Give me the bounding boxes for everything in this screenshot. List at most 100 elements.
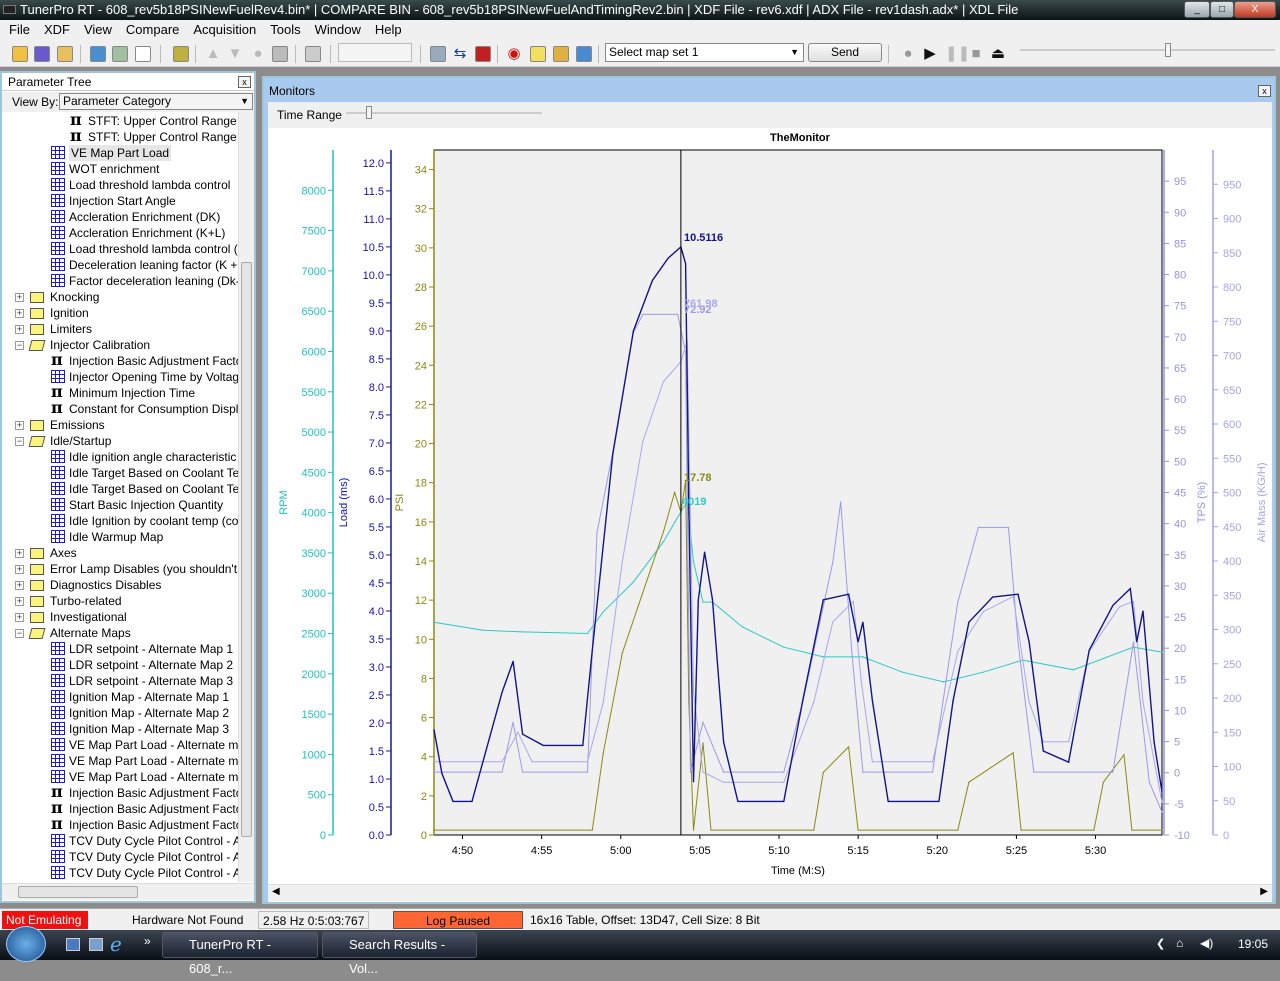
rate-status: 2.58 Hz 0:5:03:767 [258,911,370,929]
psi-data-point [662,531,665,533]
rpm-data-point [433,621,435,623]
load-cursor-value: 10.5116 [684,232,723,244]
psi-data-point [1123,754,1125,756]
load-tick-label: 6.5 [369,466,384,478]
rpm-tick-label: 4000 [302,508,326,520]
air-data-point [1132,600,1135,603]
tps-tick-label: 75 [1174,301,1186,313]
tps-data-point [501,771,503,773]
task-tunerpro[interactable]: TunerPro RT - 608_r... [162,932,318,976]
load-data-point [667,257,669,259]
clock[interactable]: 19:05 [1238,937,1268,951]
air-data-point [531,761,533,763]
rpm-data-point [783,646,785,648]
tps-data-point [596,531,598,533]
tps-data-point [433,771,435,773]
chart-horizontal-scrollbar[interactable]: ◀ ▶ [268,884,1272,901]
air-tick-label: 950 [1223,179,1241,191]
switch-windows-icon[interactable] [89,938,103,951]
load-tick-label: 11.0 [363,214,384,226]
load-data-point [632,330,635,332]
tps-data-point [685,351,687,353]
rpm-data-point [822,656,824,658]
tray-chevron-icon[interactable]: ❮ [1156,937,1165,950]
air-data-point [702,771,704,773]
internet-explorer-icon[interactable]: e [110,932,122,956]
psi-tick-label: 8 [421,673,427,685]
start-button[interactable] [6,926,46,962]
x-tick-label: 5:05 [689,845,710,857]
show-desktop-icon[interactable] [66,938,80,951]
psi-data-point [642,591,644,593]
psi-tick-label: 6 [421,713,427,725]
psi-data-point [1161,829,1163,831]
volume-icon[interactable]: ◀) [1200,936,1213,950]
air-data-point [621,561,623,563]
tps-tick-label: 60 [1174,394,1186,406]
load-tick-label: 1.5 [369,746,384,758]
psi-cursor-value: 17.78 [684,472,712,484]
load-tick-label: 5.5 [369,522,384,534]
air-tick-label: 450 [1223,522,1241,534]
load-data-point [783,800,785,802]
air-data-point [1042,741,1044,743]
air-data-point [723,781,725,783]
hardware-status: Hardware Not Found [132,913,244,927]
psi-tick-label: 4 [421,752,427,764]
load-data-point [685,263,687,265]
air-tick-label: 300 [1223,625,1241,637]
air-data-point [860,680,862,683]
rpm-tick-label: 5000 [302,427,326,439]
rpm-data-point [482,629,484,631]
psi-tick-label: 12 [415,595,427,607]
air-data-point [783,781,785,783]
rpm-axis-title: RPM [278,490,290,514]
rpm-tick-label: 6000 [302,346,326,358]
quicklaunch-more[interactable]: » [144,934,151,948]
rpm-tick-label: 7500 [302,226,326,238]
psi-tick-label: 18 [415,478,427,490]
log-status[interactable]: Log Paused [393,911,523,929]
rpm-data-point [943,681,945,683]
load-data-point [692,781,695,783]
scroll-right-icon[interactable]: ▶ [1260,886,1268,897]
psi-data-point [1093,829,1095,831]
psi-tick-label: 26 [415,321,427,333]
load-data-point [1088,649,1090,651]
air-data-point [692,691,695,693]
chart-title: TheMonitor [770,132,831,144]
tps-data-point [642,313,644,315]
psi-tick-label: 16 [415,517,427,529]
air-data-point [1142,701,1144,703]
tps-data-point [723,771,725,773]
tps-tick-label: -10 [1174,830,1190,842]
air-tick-label: 150 [1223,727,1241,739]
load-data-point [938,800,940,802]
tps-data-point [957,601,959,603]
rpm-tick-label: 2500 [302,629,326,641]
scroll-left-icon[interactable]: ◀ [272,886,280,897]
load-data-point [992,596,994,598]
tps-axis-title: TPS (%) [1196,482,1208,524]
air-tick-label: 350 [1223,590,1241,602]
tps-tick-label: -5 [1174,799,1184,811]
air-tick-label: 600 [1223,419,1241,431]
load-tick-label: 9.5 [369,298,384,310]
psi-data-point [822,771,824,773]
tps-data-point [702,721,704,723]
air-data-point [1012,596,1014,598]
network-icon[interactable]: ⌂ [1176,936,1183,950]
air-tick-label: 900 [1223,214,1241,226]
psi-data-point [1012,752,1014,754]
task-search-results[interactable]: Search Results - Vol... [322,932,477,976]
air-tick-label: 50 [1223,796,1235,808]
load-data-point [1028,641,1030,643]
psi-tick-label: 32 [415,204,427,216]
load-data-point [1136,641,1138,643]
rpm-tick-label: 2000 [302,669,326,681]
x-tick-label: 5:25 [1006,845,1027,857]
tps-tick-label: 40 [1174,519,1186,531]
load-tick-label: 12.0 [363,158,384,170]
air-data-point [586,761,589,763]
tps-tick-label: 35 [1174,550,1186,562]
